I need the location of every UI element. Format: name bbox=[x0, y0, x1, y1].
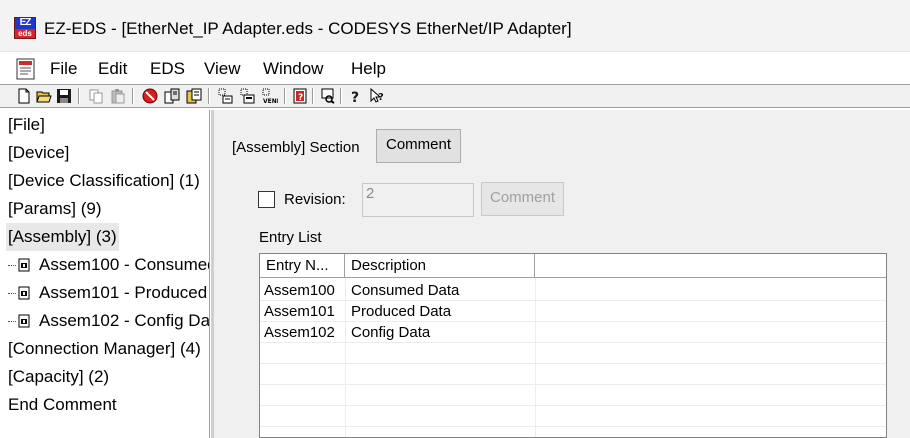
tree-item-file[interactable]: [File] bbox=[8, 111, 45, 139]
revision-checkbox[interactable] bbox=[258, 191, 275, 208]
menu-eds[interactable]: EDS bbox=[150, 59, 185, 79]
assembly-entry-icon bbox=[18, 314, 30, 328]
svg-text:?: ? bbox=[351, 90, 359, 104]
menu-file[interactable]: File bbox=[50, 59, 77, 79]
revision-label: Revision: bbox=[284, 191, 346, 208]
menu-view[interactable]: View bbox=[204, 59, 241, 79]
app-icon-text-top: EZ bbox=[19, 17, 32, 28]
stop-icon[interactable] bbox=[142, 88, 158, 104]
app-icon-text-bottom: eds bbox=[15, 29, 35, 38]
assembly-entry-icon bbox=[18, 286, 30, 300]
toolbar: VEND ? ? ? bbox=[0, 84, 910, 108]
export-icon[interactable] bbox=[186, 88, 202, 104]
print-preview-icon[interactable] bbox=[320, 88, 336, 104]
column-header-extra[interactable] bbox=[535, 254, 886, 278]
table-row[interactable]: Assem102 Config Data bbox=[260, 322, 886, 343]
entry-list-header: Entry N... Description bbox=[260, 254, 886, 278]
section-label: [Assembly] Section bbox=[232, 139, 360, 156]
tree-item-label: Assem102 - Config Data bbox=[39, 311, 210, 330]
document-window-icon[interactable] bbox=[14, 57, 38, 81]
table-row[interactable]: Assem100 Consumed Data bbox=[260, 280, 886, 301]
table-row[interactable]: Assem101 Produced Data bbox=[260, 301, 886, 322]
copy-icon[interactable] bbox=[88, 88, 104, 104]
tree-item-label: Assem101 - Produced Data bbox=[39, 283, 209, 302]
tree-connector bbox=[8, 265, 16, 267]
menu-help[interactable]: Help bbox=[351, 59, 386, 79]
column-header-description[interactable]: Description bbox=[345, 254, 535, 278]
tree-item-end-comment[interactable]: End Comment bbox=[8, 391, 117, 419]
eds-section-tree[interactable]: [File] [Device] [Device Classification] … bbox=[0, 110, 210, 438]
entry-name-cell: Assem102 bbox=[264, 324, 335, 341]
entry-list-table[interactable]: Entry N... Description Assem100 Consumed… bbox=[259, 253, 887, 438]
toolbar-separator bbox=[78, 88, 80, 104]
entry-name-cell: Assem101 bbox=[264, 303, 335, 320]
new-icon[interactable] bbox=[16, 88, 32, 104]
help-book-icon[interactable]: ? bbox=[292, 88, 308, 104]
tree-item-connection-manager[interactable]: [Connection Manager] (4) bbox=[8, 335, 201, 363]
menu-edit[interactable]: Edit bbox=[98, 59, 127, 79]
menu-bar: File Edit EDS View Window Help bbox=[0, 52, 910, 84]
open-icon[interactable] bbox=[36, 88, 52, 104]
svg-text:?: ? bbox=[378, 92, 384, 103]
toolbar-separator bbox=[208, 88, 210, 104]
tree-connector bbox=[8, 321, 16, 323]
tree-connector bbox=[8, 293, 16, 295]
title-bar: EZ eds EZ-EDS - [EtherNet_IP Adapter.eds… bbox=[0, 0, 910, 52]
description-cell: Config Data bbox=[351, 324, 431, 341]
window-title: EZ-EDS - [EtherNet_IP Adapter.eds - CODE… bbox=[44, 19, 572, 38]
tree-item-assembly[interactable]: [Assembly] (3) bbox=[6, 223, 119, 251]
toolbar-separator bbox=[132, 88, 134, 104]
description-cell: Produced Data bbox=[351, 303, 452, 320]
empty-row bbox=[260, 406, 886, 427]
assembly-entry-icon bbox=[18, 258, 30, 272]
description-cell: Consumed Data bbox=[351, 282, 460, 299]
tree-item-assem102[interactable]: Assem102 - Config Data bbox=[8, 307, 210, 335]
ez-eds-app-icon[interactable]: EZ eds bbox=[14, 17, 36, 39]
svg-text:?: ? bbox=[298, 93, 303, 103]
section-comment-button[interactable]: Comment bbox=[376, 129, 461, 163]
paste-icon[interactable] bbox=[110, 88, 126, 104]
about-icon[interactable]: ? bbox=[348, 88, 364, 104]
entry-name-cell: Assem100 bbox=[264, 282, 335, 299]
tree-item-device[interactable]: [Device] bbox=[8, 139, 69, 167]
save-icon[interactable] bbox=[56, 88, 72, 104]
tree-item-label: Assem100 - Consumed Data bbox=[39, 255, 210, 274]
revision-input[interactable]: 2 bbox=[362, 183, 474, 217]
tree-item-assem100[interactable]: Assem100 - Consumed Data bbox=[8, 251, 210, 279]
group2-icon[interactable] bbox=[240, 88, 256, 104]
import-icon[interactable] bbox=[164, 88, 180, 104]
tree-item-params[interactable]: [Params] (9) bbox=[8, 195, 102, 223]
context-help-icon[interactable]: ? bbox=[370, 88, 386, 104]
tree-item-device-classification[interactable]: [Device Classification] (1) bbox=[8, 167, 200, 195]
empty-row bbox=[260, 364, 886, 385]
menu-window[interactable]: Window bbox=[263, 59, 323, 79]
empty-row bbox=[260, 385, 886, 406]
toolbar-separator bbox=[340, 88, 342, 104]
tree-item-capacity[interactable]: [Capacity] (2) bbox=[8, 363, 109, 391]
svg-text:VEND: VEND bbox=[263, 98, 278, 104]
empty-row bbox=[260, 343, 886, 364]
tree-item-assem101[interactable]: Assem101 - Produced Data bbox=[8, 279, 209, 307]
revision-comment-button[interactable]: Comment bbox=[481, 182, 564, 216]
toolbar-separator bbox=[284, 88, 286, 104]
vend-icon[interactable]: VEND bbox=[262, 88, 278, 104]
entry-list-label: Entry List bbox=[259, 229, 322, 246]
column-header-entry-name[interactable]: Entry N... bbox=[260, 254, 345, 278]
group1-icon[interactable] bbox=[218, 88, 234, 104]
toolbar-separator bbox=[312, 88, 314, 104]
